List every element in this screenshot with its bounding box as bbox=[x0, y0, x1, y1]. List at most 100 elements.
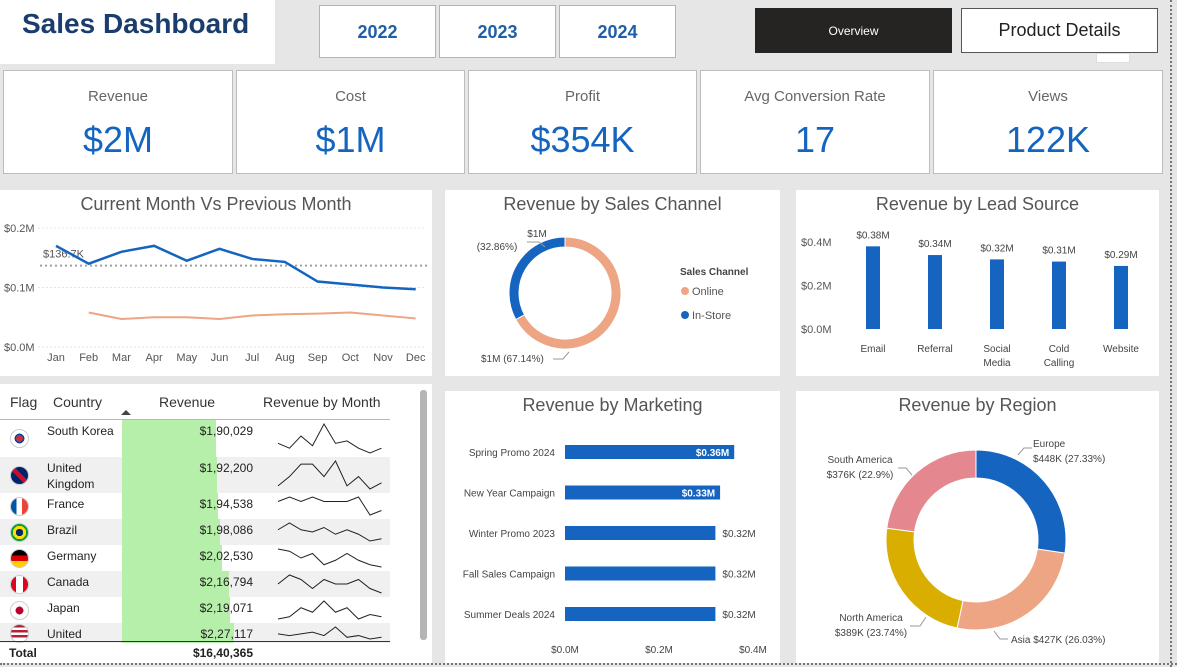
year-2023-button[interactable]: 2023 bbox=[439, 5, 556, 58]
table-scrollbar[interactable] bbox=[420, 390, 427, 640]
data-label: $448K (27.33%) bbox=[1033, 454, 1105, 465]
x-tick-label: Oct bbox=[342, 352, 359, 364]
kpi-value: $1M bbox=[315, 119, 386, 160]
kpi-label: Avg Conversion Rate bbox=[744, 88, 886, 105]
table-row[interactable]: Germany $2,02,530 bbox=[0, 545, 390, 571]
france-flag-icon bbox=[10, 497, 29, 516]
bar-label: $0.32M bbox=[722, 529, 755, 540]
leader-line bbox=[553, 351, 570, 360]
bar bbox=[565, 566, 716, 581]
page-title: Sales Dashboard bbox=[22, 8, 250, 39]
bar-label: $0.32M bbox=[722, 570, 755, 581]
table-row[interactable]: Canada $2,16,794 bbox=[0, 571, 390, 597]
bar bbox=[928, 255, 942, 329]
country-table-panel: Flag Country Revenue Revenue by Month So… bbox=[0, 384, 432, 663]
data-label: $1M (67.14%) bbox=[481, 354, 544, 365]
donut-slice-south-america bbox=[886, 449, 977, 533]
column-header-revenue-by-month[interactable]: Revenue by Month bbox=[263, 394, 381, 410]
country-name: Germany bbox=[47, 549, 97, 563]
sparkline-path bbox=[277, 574, 382, 594]
y-tick-label: $0.0M bbox=[801, 324, 832, 336]
sparkline bbox=[277, 460, 382, 490]
bar-label: $0.33M bbox=[682, 489, 715, 500]
revenue-value: $1,90,029 bbox=[199, 424, 253, 438]
sparkline-path bbox=[277, 548, 382, 568]
table-row[interactable]: South Korea $1,90,029 bbox=[0, 420, 390, 457]
x-tick-label: Social bbox=[983, 344, 1010, 355]
data-label: $1M bbox=[527, 229, 546, 240]
year-2024-button[interactable]: 2024 bbox=[559, 5, 676, 58]
sparkline-path bbox=[277, 460, 382, 490]
region-donut[interactable]: Europe $448K (27.33%) Asia $427K (26.03%) N… bbox=[796, 391, 1159, 663]
year-2022-button[interactable]: 2022 bbox=[319, 5, 436, 58]
table-row[interactable]: France $1,94,538 bbox=[0, 493, 390, 519]
table-row[interactable]: United Kingdom $1,92,200 bbox=[0, 457, 390, 493]
country-name: United Kingdom bbox=[47, 461, 95, 491]
total-value: $16,40,365 bbox=[192, 646, 253, 660]
previous-month-line bbox=[88, 311, 416, 321]
kpi-value: $354K bbox=[530, 119, 635, 160]
brazil-flag-icon bbox=[10, 523, 29, 542]
visual-header-icon[interactable] bbox=[1096, 53, 1130, 63]
canvas-border bbox=[1170, 0, 1172, 667]
kpi-label: Revenue bbox=[87, 88, 149, 105]
sparkline bbox=[277, 522, 382, 542]
kpi-value: $2M bbox=[82, 119, 154, 160]
country-name: United bbox=[47, 627, 82, 641]
x-tick-label: Sep bbox=[308, 352, 328, 364]
kpi-label: Cost bbox=[335, 88, 366, 105]
marketing-panel: Revenue by Marketing $0.0M $0.2M $0.4M Spri… bbox=[445, 391, 780, 663]
x-tick-label: Calling bbox=[1044, 358, 1075, 369]
x-tick-label: Dec bbox=[406, 352, 426, 364]
sparkline bbox=[277, 600, 382, 620]
table-row[interactable]: Brazil $1,98,086 bbox=[0, 519, 390, 545]
column-header-revenue[interactable]: Revenue bbox=[159, 394, 215, 410]
country-name: Japan bbox=[47, 601, 80, 615]
sales-channel-donut[interactable]: $1M (32.86%) $1M (67.14%) Sales Channel Onli… bbox=[445, 190, 780, 376]
donut-slice-europe bbox=[975, 449, 1067, 554]
sparkline bbox=[277, 422, 382, 454]
column-header-flag[interactable]: Flag bbox=[10, 394, 37, 410]
donut-slice-asia bbox=[956, 548, 1066, 631]
bar bbox=[866, 246, 880, 329]
sparkline-path bbox=[277, 496, 382, 516]
bar bbox=[565, 526, 716, 540]
bar-label: $0.32M bbox=[722, 610, 755, 621]
marketing-bar-chart[interactable]: $0.0M $0.2M $0.4M Spring Promo 2024 $0.36M Ne… bbox=[445, 391, 780, 663]
revenue-value: $2,19,071 bbox=[199, 601, 253, 615]
bar-label: $0.34M bbox=[918, 239, 951, 250]
x-tick-label: Apr bbox=[146, 352, 163, 364]
y-tick-label: Winter Promo 2023 bbox=[469, 529, 556, 540]
region-panel: Revenue by Region Europe $448K (27.33%) As… bbox=[796, 391, 1159, 663]
sort-ascending-icon[interactable] bbox=[121, 410, 131, 415]
bar bbox=[1052, 261, 1066, 329]
bar-label: $0.36M bbox=[696, 448, 729, 459]
legend-label: In-Store bbox=[692, 310, 731, 322]
sparkline-path bbox=[277, 600, 382, 620]
kpi-label: Views bbox=[1028, 88, 1068, 105]
leader-line bbox=[993, 630, 1008, 640]
lead-source-bar-chart[interactable]: $0.0M $0.2M $0.4M $0.38M Email $0.34M Referral… bbox=[796, 190, 1159, 376]
table-row[interactable]: Japan $2,19,071 bbox=[0, 597, 390, 623]
revenue-value: $1,98,086 bbox=[199, 523, 253, 537]
data-label: North America bbox=[839, 613, 903, 624]
overview-button[interactable]: Overview bbox=[755, 8, 952, 53]
leader-line bbox=[1017, 447, 1032, 456]
data-label: South America bbox=[827, 455, 892, 466]
line-chart[interactable]: $0.0M $0.1M $0.2M Jan Feb Mar Apr May Jun Jul Aug S… bbox=[0, 190, 432, 376]
month-comparison-panel: Current Month Vs Previous Month $0.0M $0.… bbox=[0, 190, 432, 376]
japan-flag-icon bbox=[10, 601, 29, 620]
legend-title: Sales Channel bbox=[680, 267, 749, 278]
bar-label: $0.29M bbox=[1104, 250, 1137, 261]
revenue-value: $1,94,538 bbox=[199, 497, 253, 511]
canvas-border-bottom bbox=[0, 663, 1177, 665]
country-name: South Korea bbox=[47, 424, 114, 438]
table-row[interactable]: United $2,27,117 bbox=[0, 623, 390, 643]
x-tick-label: May bbox=[176, 352, 197, 364]
sparkline bbox=[277, 548, 382, 568]
product-details-button[interactable]: Product Details bbox=[961, 8, 1158, 53]
canada-flag-icon bbox=[10, 575, 29, 594]
x-tick-label: Jan bbox=[47, 352, 65, 364]
column-header-country[interactable]: Country bbox=[53, 394, 102, 410]
y-tick-label: Summer Deals 2024 bbox=[464, 610, 556, 621]
